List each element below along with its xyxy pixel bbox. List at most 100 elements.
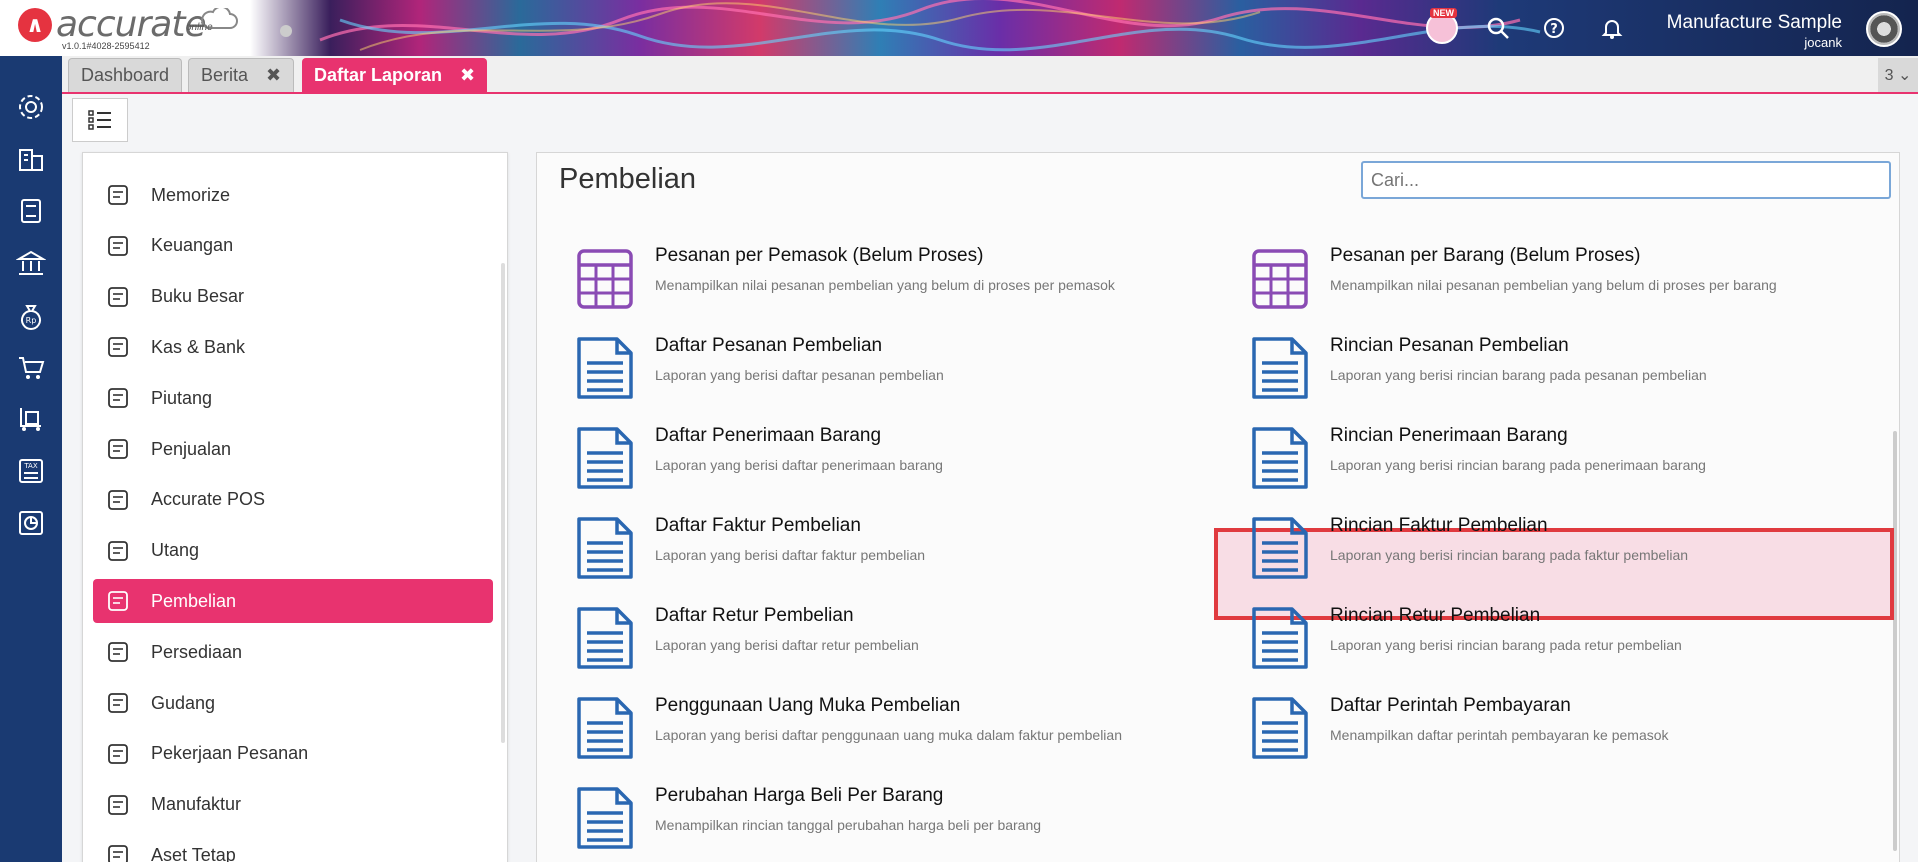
category-item-manufaktur[interactable]: Manufaktur — [93, 783, 493, 827]
report-item-rincian-pesanan-pembelian[interactable]: Rincian Pesanan Pembelian Laporan yang b… — [1212, 331, 1852, 411]
report-title: Rincian Retur Pembelian — [1330, 605, 1541, 626]
report-item-rincian-penerimaan-barang[interactable]: Rincian Penerimaan Barang Laporan yang b… — [1212, 421, 1852, 501]
report-title: Daftar Retur Pembelian — [655, 605, 854, 626]
pos-icon — [105, 487, 131, 513]
report-item-penggunaan-uang-muka-pembelian[interactable]: Penggunaan Uang Muka Pembelian Laporan y… — [537, 691, 1177, 771]
logo-subtext: online — [186, 22, 213, 33]
category-item-persediaan[interactable]: Persediaan — [93, 630, 493, 674]
category-label: Pembelian — [151, 590, 237, 611]
report-icon[interactable] — [14, 506, 48, 540]
search-input[interactable] — [1361, 161, 1891, 199]
category-item-buku-besar[interactable]: Buku Besar — [93, 275, 493, 319]
tab-counter-dropdown[interactable]: 3 ⌄ — [1878, 58, 1918, 92]
report-title: Rincian Faktur Pembelian — [1330, 515, 1548, 536]
report-description: Menampilkan nilai pesanan pembelian yang… — [1330, 277, 1777, 293]
document-icon — [1250, 425, 1310, 491]
fixed-asset-icon — [105, 842, 131, 862]
close-icon[interactable]: ✖ — [266, 65, 281, 86]
new-badge: NEW — [1430, 8, 1457, 18]
report-item-perubahan-harga-beli-per-barang[interactable]: Perubahan Harga Beli Per Barang Menampil… — [537, 781, 1177, 861]
building-icon[interactable] — [14, 142, 48, 176]
category-item-pekerjaan-pesanan[interactable]: Pekerjaan Pesanan — [93, 732, 493, 776]
bank-icon[interactable] — [14, 246, 48, 280]
category-item-kas-bank[interactable]: Kas & Bank — [93, 325, 493, 369]
logo-text: accurate — [56, 4, 207, 45]
category-item-keuangan[interactable]: Keuangan — [93, 224, 493, 268]
book-icon[interactable] — [14, 194, 48, 228]
status-dot — [280, 25, 292, 37]
report-item-rincian-retur-pembelian[interactable]: Rincian Retur Pembelian Laporan yang ber… — [1212, 601, 1852, 681]
cart-icon[interactable] — [14, 350, 48, 384]
report-title: Perubahan Harga Beli Per Barang — [655, 785, 944, 806]
ledger-icon — [105, 284, 131, 310]
document-icon — [1250, 695, 1310, 761]
help-icon[interactable]: ? — [1540, 14, 1568, 42]
document-icon — [575, 695, 635, 761]
close-icon[interactable]: ✖ — [460, 65, 475, 86]
tab-label: Dashboard — [81, 65, 170, 85]
category-label: Manufaktur — [151, 794, 242, 815]
report-scrollbar[interactable] — [1893, 431, 1897, 851]
tax-icon[interactable]: TAX — [14, 454, 48, 488]
report-item-daftar-perintah-pembayaran[interactable]: Daftar Perintah Pembayaran Menampilkan d… — [1212, 691, 1852, 771]
search-icon[interactable] — [1484, 14, 1512, 42]
document-icon — [575, 515, 635, 581]
category-label: Kas & Bank — [151, 336, 246, 357]
report-item-daftar-penerimaan-barang[interactable]: Daftar Penerimaan Barang Laporan yang be… — [537, 421, 1177, 501]
warehouse-icon — [105, 690, 131, 716]
report-description: Laporan yang berisi rincian barang pada … — [1330, 457, 1706, 473]
report-item-daftar-pesanan-pembelian[interactable]: Daftar Pesanan Pembelian Laporan yang be… — [537, 331, 1177, 411]
gear-icon[interactable] — [14, 90, 48, 124]
category-item-accurate-pos[interactable]: Accurate POS — [93, 478, 493, 522]
list-toggle-button[interactable] — [72, 98, 128, 142]
category-item-pembelian[interactable]: Pembelian — [93, 579, 493, 624]
report-item-daftar-retur-pembelian[interactable]: Daftar Retur Pembelian Laporan yang beri… — [537, 601, 1177, 681]
tab-berita[interactable]: Berita ✖ — [188, 58, 295, 92]
version-text: v1.0.1#4028-2595412 — [62, 41, 150, 51]
report-description: Menampilkan rincian tanggal perubahan ha… — [655, 817, 1042, 833]
category-item-utang[interactable]: Utang — [93, 529, 493, 573]
category-item-aset-tetap[interactable]: Aset Tetap — [93, 833, 493, 862]
report-description: Laporan yang berisi rincian barang pada … — [1330, 367, 1707, 383]
accurate-logo[interactable]: ∧ accurate — [18, 4, 207, 45]
category-item-penjualan[interactable]: Penjualan — [93, 427, 493, 471]
payable-icon — [105, 538, 131, 564]
report-description: Laporan yang berisi daftar retur pembeli… — [655, 637, 919, 653]
svg-text:Rp: Rp — [26, 316, 37, 325]
category-item-piutang[interactable]: Piutang — [93, 376, 493, 420]
report-title: Rincian Penerimaan Barang — [1330, 425, 1568, 446]
document-icon — [575, 335, 635, 401]
report-item-pesanan-per-pemasok-belum-proses-[interactable]: Pesanan per Pemasok (Belum Proses) Menam… — [537, 241, 1177, 321]
user-avatar[interactable] — [1866, 11, 1902, 47]
document-icon — [575, 425, 635, 491]
hand-truck-icon[interactable] — [14, 402, 48, 436]
report-item-rincian-faktur-pembelian[interactable]: Rincian Faktur Pembelian Laporan yang be… — [1212, 511, 1852, 591]
category-item-gudang[interactable]: Gudang — [93, 681, 493, 725]
money-bag-icon — [105, 233, 131, 259]
tab-daftar-laporan[interactable]: Daftar Laporan ✖ — [302, 58, 488, 92]
category-label: Buku Besar — [151, 286, 245, 307]
category-label: Memorize — [151, 184, 231, 205]
tab-dashboard[interactable]: Dashboard — [68, 58, 183, 92]
category-scrollbar[interactable] — [501, 263, 505, 743]
report-description: Laporan yang berisi daftar penerimaan ba… — [655, 457, 943, 473]
category-label: Aset Tetap — [151, 844, 236, 862]
report-title: Daftar Pesanan Pembelian — [655, 335, 883, 356]
report-description: Menampilkan daftar perintah pembayaran k… — [1330, 727, 1669, 743]
report-item-daftar-faktur-pembelian[interactable]: Daftar Faktur Pembelian Laporan yang ber… — [537, 511, 1177, 591]
document-icon — [1250, 335, 1310, 401]
document-icon — [575, 785, 635, 851]
category-item-memorize[interactable]: Memorize — [93, 173, 493, 217]
category-label: Gudang — [151, 692, 216, 713]
money-bag-icon[interactable]: Rp — [14, 298, 48, 332]
category-label: Persediaan — [151, 641, 243, 662]
cart-icon — [105, 436, 131, 462]
category-label: Penjualan — [151, 438, 232, 459]
main-sidebar: Rp TAX — [0, 56, 62, 862]
receivable-icon — [105, 385, 131, 411]
manufacture-icon — [105, 792, 131, 818]
bell-icon[interactable] — [1598, 14, 1626, 42]
company-info[interactable]: Manufacture Sample jocank — [1667, 12, 1842, 50]
tab-bar: Dashboard Berita ✖ Daftar Laporan ✖ 3 ⌄ — [62, 56, 1918, 94]
report-item-pesanan-per-barang-belum-proses-[interactable]: Pesanan per Barang (Belum Proses) Menamp… — [1212, 241, 1852, 321]
